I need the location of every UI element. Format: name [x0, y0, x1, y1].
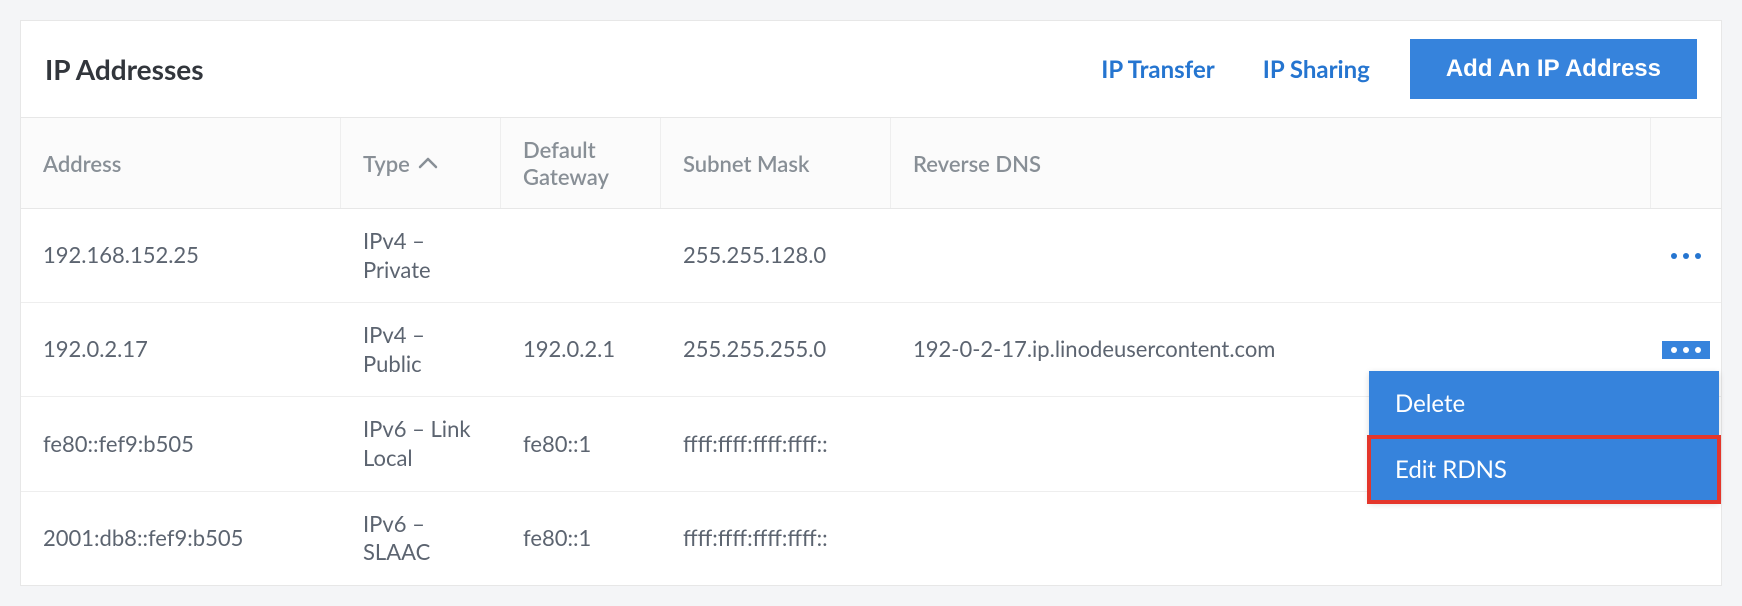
cell-type: IPv6 – Link Local: [341, 397, 501, 490]
col-header-rdns-label: Reverse DNS: [913, 150, 1041, 177]
panel-title: IP Addresses: [45, 52, 1101, 86]
cell-subnet: ffff:ffff:ffff:ffff::: [661, 506, 891, 571]
cell-type: IPv6 – SLAAC: [341, 492, 501, 585]
table-row: 192.0.2.17 IPv4 – Public 192.0.2.1 255.2…: [21, 303, 1721, 397]
row-actions-menu: Delete Edit RDNS: [1369, 371, 1719, 502]
table-row: 2001:db8::fef9:b505 IPv6 – SLAAC fe80::1…: [21, 492, 1721, 585]
row-actions-button[interactable]: [1662, 247, 1710, 265]
col-header-address[interactable]: Address: [21, 118, 341, 208]
cell-gateway: fe80::1: [501, 412, 661, 477]
table-row: 192.168.152.25 IPv4 – Private 255.255.12…: [21, 209, 1721, 303]
add-ip-button[interactable]: Add An IP Address: [1410, 39, 1697, 99]
table-header-row: Address Type Default Gateway Subnet Mask…: [21, 118, 1721, 209]
cell-subnet: 255.255.128.0: [661, 223, 891, 288]
cell-address: 192.0.2.17: [21, 317, 341, 382]
row-actions-button[interactable]: [1662, 341, 1710, 359]
col-header-address-label: Address: [43, 150, 121, 177]
col-header-type-label: Type: [363, 150, 410, 177]
cell-address: 2001:db8::fef9:b505: [21, 506, 341, 571]
cell-gateway: fe80::1: [501, 506, 661, 571]
cell-rdns: [891, 238, 1651, 274]
menu-item-edit-rdns[interactable]: Edit RDNS: [1369, 437, 1719, 502]
col-header-type[interactable]: Type: [341, 118, 501, 208]
panel-header: IP Addresses IP Transfer IP Sharing Add …: [21, 21, 1721, 118]
cell-type: IPv4 – Public: [341, 303, 501, 396]
col-header-gateway-label: Default Gateway: [523, 136, 638, 190]
cell-gateway: 192.0.2.1: [501, 317, 661, 382]
menu-item-delete[interactable]: Delete: [1369, 371, 1719, 437]
cell-address: 192.168.152.25: [21, 223, 341, 288]
sort-asc-icon: [418, 157, 438, 169]
cell-address: fe80::fef9:b505: [21, 412, 341, 477]
col-header-rdns[interactable]: Reverse DNS: [891, 118, 1651, 208]
col-header-subnet-label: Subnet Mask: [683, 150, 809, 177]
col-header-gateway[interactable]: Default Gateway: [501, 118, 661, 208]
cell-rdns: [891, 520, 1651, 556]
col-header-actions: [1651, 118, 1721, 208]
cell-gateway: [501, 238, 661, 274]
ip-sharing-link[interactable]: IP Sharing: [1263, 55, 1370, 84]
header-links: IP Transfer IP Sharing: [1101, 55, 1370, 84]
ip-addresses-panel: IP Addresses IP Transfer IP Sharing Add …: [20, 20, 1722, 586]
cell-subnet: 255.255.255.0: [661, 317, 891, 382]
col-header-subnet[interactable]: Subnet Mask: [661, 118, 891, 208]
cell-type: IPv4 – Private: [341, 209, 501, 302]
ip-transfer-link[interactable]: IP Transfer: [1101, 55, 1215, 84]
cell-subnet: ffff:ffff:ffff:ffff::: [661, 412, 891, 477]
